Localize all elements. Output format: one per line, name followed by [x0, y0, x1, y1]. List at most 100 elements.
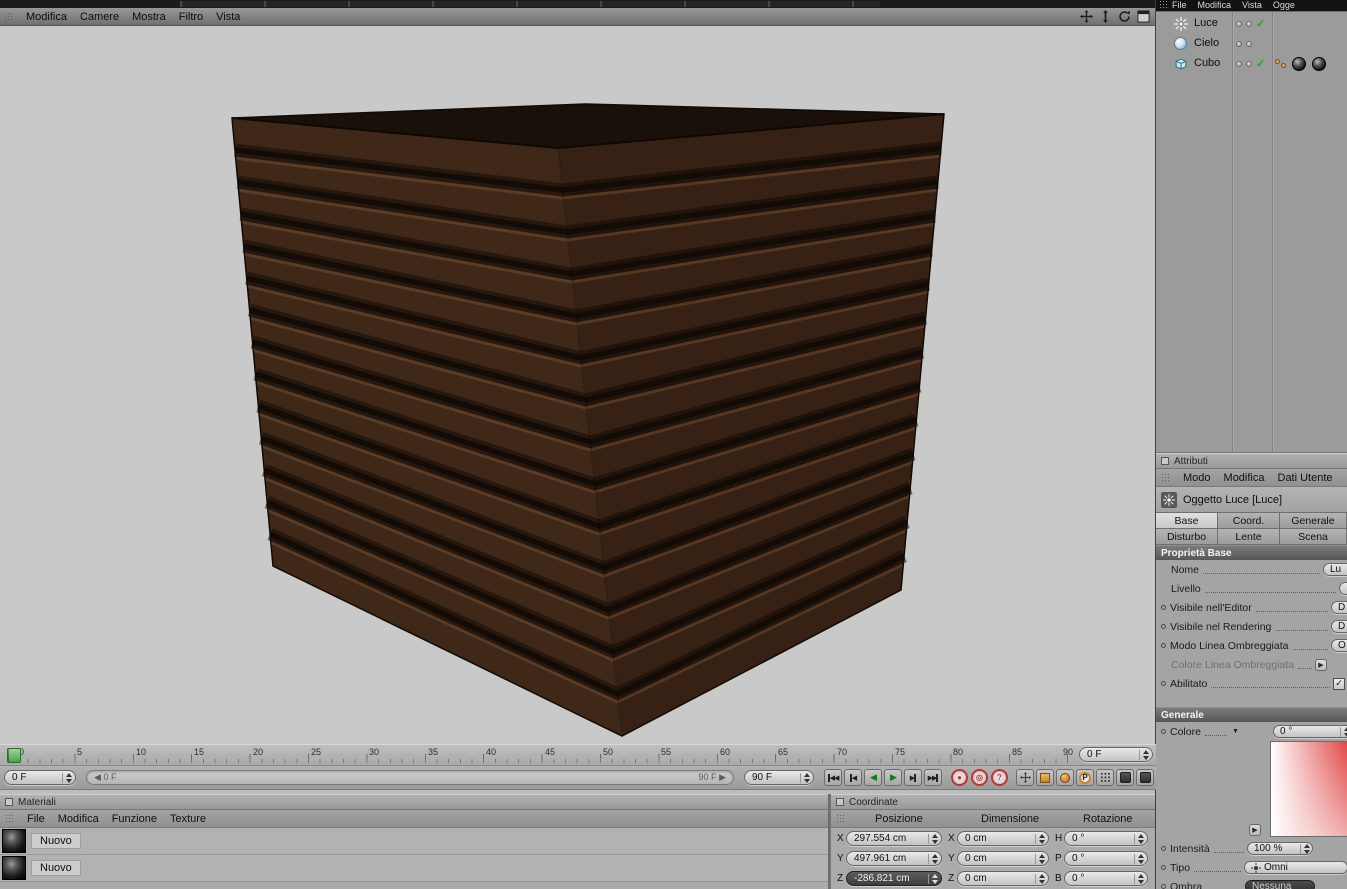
range-start[interactable]: ◀ 0 F: [94, 772, 116, 783]
param-dot-icon[interactable]: [1161, 624, 1166, 629]
3d-viewport[interactable]: [0, 26, 1156, 744]
stepper-icon[interactable]: [1134, 873, 1144, 884]
tipo-dropdown[interactable]: Omni: [1244, 861, 1347, 874]
rotate-icon[interactable]: [1118, 10, 1131, 23]
menu-modo[interactable]: Modo: [1183, 472, 1211, 484]
stepper-icon[interactable]: [1139, 749, 1149, 760]
frame-dropdown[interactable]: 0 F: [4, 770, 76, 785]
hue-field[interactable]: 0 °: [1273, 725, 1347, 738]
menu-file[interactable]: File: [27, 813, 45, 825]
modo-linea-dropdown[interactable]: O: [1331, 639, 1347, 652]
phong-tag-icon[interactable]: [1281, 63, 1286, 68]
frame-range-slider[interactable]: ◀ 0 F 90 F ▶: [86, 770, 734, 785]
menu-modifica[interactable]: Modifica: [26, 11, 67, 23]
stepper-icon[interactable]: [928, 853, 938, 864]
visibility-dot-icon[interactable]: [1246, 61, 1252, 67]
size-z-field[interactable]: 0 cm: [957, 871, 1049, 886]
autokey-button[interactable]: ◎: [971, 769, 988, 786]
rotation-b-field[interactable]: 0 °: [1064, 871, 1148, 886]
phong-tag-icon[interactable]: [1275, 59, 1280, 64]
play-forward-button[interactable]: ▶: [884, 769, 902, 786]
tab-lente[interactable]: Lente: [1217, 528, 1280, 545]
menu-modifica[interactable]: Modifica: [1198, 0, 1232, 10]
param-dot-icon[interactable]: [1161, 681, 1166, 686]
stepper-icon[interactable]: [1035, 873, 1045, 884]
visibility-dot-icon[interactable]: [1246, 21, 1252, 27]
record-keyframe-button[interactable]: ●: [951, 769, 968, 786]
livello-field[interactable]: [1339, 582, 1347, 595]
key-parameter-button[interactable]: P: [1076, 769, 1094, 786]
stepper-icon[interactable]: [1035, 853, 1045, 864]
drag-handle-icon[interactable]: [5, 814, 14, 823]
material-tag-icon[interactable]: [1292, 57, 1306, 71]
object-label[interactable]: Luce: [1194, 17, 1218, 29]
goto-end-button[interactable]: ▶▶: [924, 769, 942, 786]
drag-handle-icon[interactable]: [1159, 0, 1168, 9]
visibility-dot-icon[interactable]: [1236, 21, 1242, 27]
expand-arrow-button[interactable]: ▶: [1315, 658, 1327, 671]
menu-file[interactable]: File: [1172, 0, 1187, 10]
object-label[interactable]: Cubo: [1194, 57, 1220, 69]
material-item[interactable]: Nuovo: [0, 828, 828, 855]
param-dot-icon[interactable]: [1161, 729, 1166, 734]
key-rotation-button[interactable]: [1056, 769, 1074, 786]
snap-button[interactable]: [1116, 769, 1134, 786]
visibile-editor-dropdown[interactable]: D: [1331, 601, 1347, 614]
range-end[interactable]: 90 F ▶: [699, 772, 726, 783]
drag-handle-icon[interactable]: [836, 814, 845, 823]
abilitato-checkbox[interactable]: ✓: [1333, 677, 1345, 690]
tab-base[interactable]: Base: [1156, 512, 1218, 529]
timeline-ruler[interactable]: 0 5 10 15 20 25 30 35 40 45 50 55 60 65 …: [0, 744, 1156, 766]
size-y-field[interactable]: 0 cm: [957, 851, 1049, 866]
drag-handle-icon[interactable]: [4, 12, 13, 21]
material-name[interactable]: Nuovo: [31, 833, 81, 849]
stepper-icon[interactable]: [928, 873, 938, 884]
material-preview-sphere[interactable]: [2, 856, 26, 880]
menu-camere[interactable]: Camere: [80, 11, 119, 23]
param-dot-icon[interactable]: [1161, 865, 1166, 870]
textured-cube[interactable]: [0, 26, 1156, 744]
enabled-check-icon[interactable]: ✓: [1256, 57, 1265, 70]
zoom-icon[interactable]: [1099, 10, 1112, 23]
visibility-dot-icon[interactable]: [1246, 41, 1252, 47]
tab-coord[interactable]: Coord.: [1217, 512, 1280, 529]
menu-filtro[interactable]: Filtro: [179, 11, 203, 23]
stepper-icon[interactable]: [1300, 843, 1310, 854]
rotation-h-field[interactable]: 0 °: [1064, 831, 1148, 846]
menu-mostra[interactable]: Mostra: [132, 11, 166, 23]
visibile-rendering-dropdown[interactable]: D: [1331, 620, 1347, 633]
pan-icon[interactable]: [1080, 10, 1093, 23]
stepper-icon[interactable]: [1134, 853, 1144, 864]
visibility-dot-icon[interactable]: [1236, 61, 1242, 67]
nome-field[interactable]: Lu: [1323, 563, 1347, 576]
stepper-icon[interactable]: [1340, 726, 1347, 737]
caret-down-icon[interactable]: ▼: [1232, 728, 1239, 735]
playhead[interactable]: [7, 748, 21, 763]
menu-modifica[interactable]: Modifica: [1224, 472, 1265, 484]
position-x-field[interactable]: 297.554 cm: [846, 831, 942, 846]
object-label[interactable]: Cielo: [1194, 37, 1219, 49]
stepper-icon[interactable]: [1035, 833, 1045, 844]
menu-texture[interactable]: Texture: [170, 813, 206, 825]
menu-oggetti[interactable]: Ogge: [1273, 0, 1295, 10]
menu-modifica[interactable]: Modifica: [58, 813, 99, 825]
menu-vista[interactable]: Vista: [1242, 0, 1262, 10]
key-scale-button[interactable]: [1036, 769, 1054, 786]
section-generale[interactable]: Generale: [1156, 707, 1347, 722]
tab-scena[interactable]: Scena: [1279, 528, 1347, 545]
play-backward-button[interactable]: ◀: [864, 769, 882, 786]
menu-vista[interactable]: Vista: [216, 11, 240, 23]
param-dot-icon[interactable]: [1161, 605, 1166, 610]
object-item-cielo[interactable]: Cielo: [1156, 34, 1347, 54]
param-dot-icon[interactable]: [1161, 884, 1166, 889]
stepper-icon[interactable]: [928, 833, 938, 844]
next-frame-button[interactable]: ▶: [904, 769, 922, 786]
param-dot-icon[interactable]: [1161, 846, 1166, 851]
section-proprieta-base[interactable]: Proprietà Base: [1156, 545, 1347, 560]
picker-expand-button[interactable]: ▶: [1249, 824, 1261, 836]
menu-funzione[interactable]: Funzione: [112, 813, 157, 825]
material-tag-icon[interactable]: [1312, 57, 1326, 71]
visibility-dot-icon[interactable]: [1236, 41, 1242, 47]
position-z-field[interactable]: -286.821 cm: [846, 871, 942, 886]
material-name[interactable]: Nuovo: [31, 860, 81, 876]
